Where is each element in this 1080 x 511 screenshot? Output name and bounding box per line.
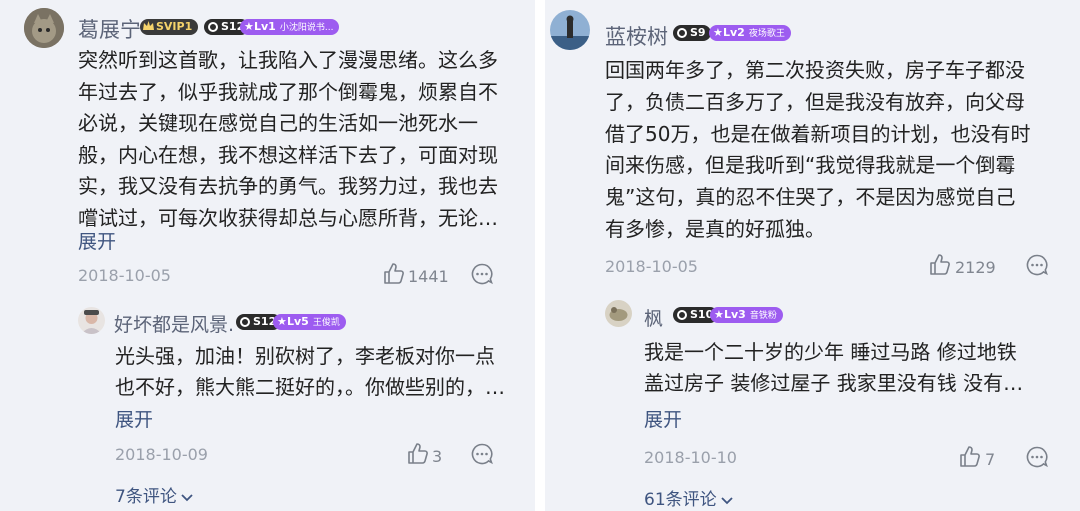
chevron-down-icon — [181, 487, 193, 507]
star-icon: ★ — [713, 26, 723, 39]
like-count: 1441 — [408, 267, 449, 286]
expand-link[interactable]: 展开 — [78, 227, 116, 254]
comment-icon[interactable] — [470, 442, 494, 466]
thumbs-up-icon[interactable] — [382, 262, 406, 286]
reply-line: 也不好，熊大熊二挺好的，。你做些别的，… — [115, 375, 505, 399]
level-badge: ★Lv3 音铁粉 — [710, 307, 783, 323]
avatar[interactable] — [550, 10, 590, 50]
reply-line: 盖过房子 装修过屋子 我家里没有钱 没有… — [644, 371, 1024, 395]
chevron-down-icon — [721, 490, 733, 510]
comment-line: 回国两年多了，第二次投资失败，房子车子都没 — [605, 58, 1025, 82]
level-title: 小沈阳说书... — [279, 23, 334, 33]
username[interactable]: 葛展宁 — [78, 14, 141, 44]
comment-line: 嚐试过，可每次收获得却总与心愿所背，无论… — [78, 205, 498, 230]
star-icon: ★ — [714, 308, 724, 321]
more-comments-link[interactable]: 61条评论 — [644, 485, 733, 510]
level-text: Lv1 — [254, 20, 276, 33]
star-icon: ★ — [277, 315, 287, 328]
comment-line: 实，我又没有去抗争的勇气。我努力过，我也去 — [78, 174, 498, 199]
svip-badge: SVIP1 — [140, 19, 199, 35]
like-count: 7 — [985, 450, 996, 469]
reply-text: 光头强，加油！别砍树了，李老板对你一点 也不好，熊大熊二挺好的，。你做些别的，… — [115, 341, 515, 403]
level-title: 音铁粉 — [749, 311, 777, 321]
expand-link[interactable]: 展开 — [644, 405, 682, 432]
level-title: 夜场歌王 — [748, 29, 785, 39]
reply-avatar[interactable] — [605, 300, 632, 327]
comment-date: 2018-10-05 — [78, 266, 171, 285]
comment-line: 突然听到这首歌，让我陷入了漫漫思绪。这么多 — [78, 48, 498, 72]
level-badge: ★Lv5 王俊凯 — [273, 314, 346, 330]
left-comment-panel: 葛展宁 SVIP1 S12 ★Lv1 小沈阳说书... 突然听到这首歌，让我陷入了… — [0, 0, 535, 511]
crown-icon — [143, 21, 154, 30]
s-level-badge: S9 — [673, 25, 711, 41]
reply-username[interactable]: 枫 — [644, 304, 663, 331]
comment-line: 间来伤感，但是我听到“我觉得我就是一个倒霉 — [605, 153, 1016, 178]
more-comments-link[interactable]: 7条评论 — [115, 482, 193, 507]
comment-icon[interactable] — [470, 262, 494, 286]
reply-date: 2018-10-10 — [644, 448, 737, 467]
comment-text: 突然听到这首歌，让我陷入了漫漫思绪。这么多 年过去了，似乎我就成了那个倒霉鬼，烦… — [78, 45, 518, 235]
comment-line: 必说，关键现在感觉自己的生活如一池死水一 — [78, 111, 478, 136]
level-text: Lv3 — [724, 308, 746, 321]
avatar[interactable] — [24, 8, 64, 48]
expand-link[interactable]: 展开 — [115, 405, 153, 432]
more-comments-text: 7条评论 — [115, 487, 177, 507]
column-divider — [535, 0, 545, 511]
right-comment-panel: 蓝桉树 S9 ★Lv2 夜场歌王 回国两年多了，第二次投资失败，房子车子都没 了，… — [545, 0, 1080, 511]
comment-line: 鬼”这句，真的忍不住哭了，不是因为感觉自己 — [605, 185, 1016, 210]
comment-line: 借了50万，也是在做着新项目的计划，也没有时 — [605, 121, 1031, 146]
level-badge: ★Lv1 小沈阳说书... — [240, 19, 340, 35]
username[interactable]: 蓝桉树 — [605, 21, 668, 51]
s-level-text: S9 — [690, 26, 706, 39]
reply-date: 2018-10-09 — [115, 445, 208, 464]
like-count: 3 — [432, 447, 443, 466]
comment-icon[interactable] — [1025, 445, 1049, 469]
level-title: 王俊凯 — [312, 318, 340, 328]
thumbs-up-icon[interactable] — [928, 253, 952, 277]
comment-icon[interactable] — [1025, 253, 1049, 277]
comment-line: 了，负债二百多万了，但是我没有放弃，向父母 — [605, 89, 1025, 114]
reply-line: 光头强，加油！别砍树了，李老板对你一点 — [115, 344, 495, 368]
comment-line: 般，内心在想，我不想这样活下去了，可面对现 — [78, 142, 498, 167]
star-icon: ★ — [244, 20, 254, 33]
reply-username[interactable]: 好坏都是风景. — [114, 310, 234, 337]
reply-avatar[interactable] — [78, 307, 105, 334]
comment-line: 年过去了，似乎我就成了那个倒霉鬼，烦累自不 — [78, 79, 498, 104]
reply-line: 我是一个二十岁的少年 睡过马路 修过地铁 — [644, 340, 1017, 364]
comment-line: 有多惨，是真的好孤独。 — [605, 216, 825, 241]
level-text: Lv5 — [287, 315, 309, 328]
comment-text: 回国两年多了，第二次投资失败，房子车子都没 了，负债二百多万了，但是我没有放弃，… — [605, 55, 1065, 246]
comment-date: 2018-10-05 — [605, 257, 698, 276]
like-count: 2129 — [955, 258, 996, 277]
thumbs-up-icon[interactable] — [958, 445, 982, 469]
level-badge: ★Lv2 夜场歌王 — [709, 25, 791, 41]
thumbs-up-icon[interactable] — [406, 442, 430, 466]
reply-text: 我是一个二十岁的少年 睡过马路 修过地铁 盖过房子 装修过屋子 我家里没有钱 没… — [644, 337, 1064, 399]
svip-badge-text: SVIP1 — [156, 20, 193, 33]
more-comments-text: 61条评论 — [644, 490, 717, 510]
level-text: Lv2 — [723, 26, 745, 39]
